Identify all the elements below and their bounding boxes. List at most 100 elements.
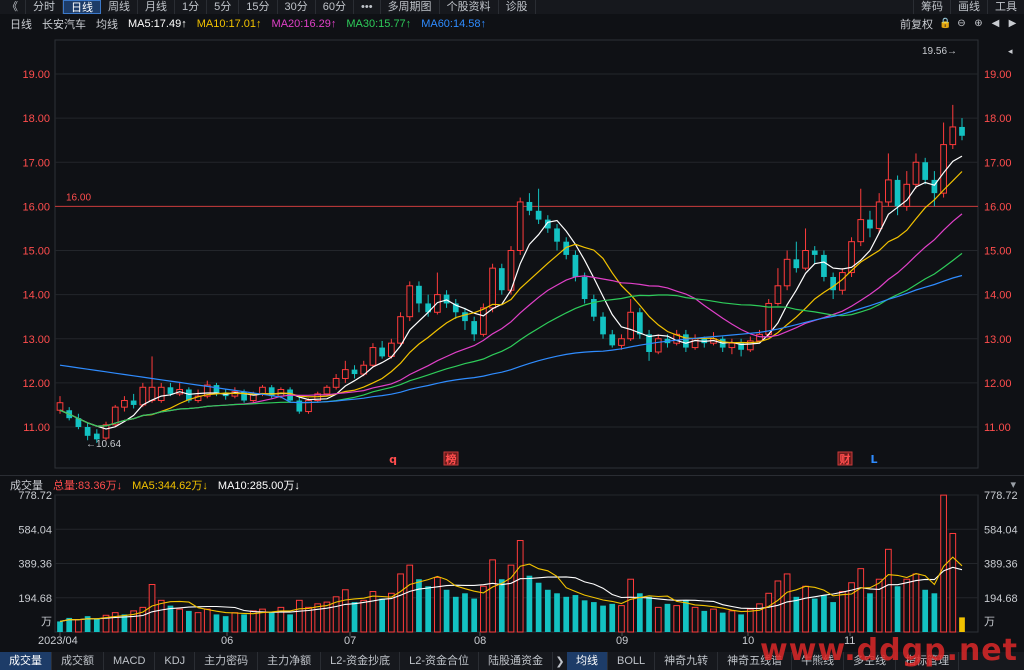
price-tick-right: 15.00 [984, 246, 1012, 258]
volume-tick-left: 584.04 [18, 524, 52, 536]
candle-body [397, 316, 404, 344]
price-tick-left: 13.00 [22, 334, 50, 346]
volume-bar [287, 614, 293, 632]
volume-bar [637, 593, 643, 632]
overlay-tab-4[interactable]: 牛熊线 [792, 652, 845, 670]
candle-body [783, 258, 791, 287]
volume-bar [425, 586, 432, 632]
overlay-tab-5[interactable]: 多空线 [844, 652, 897, 670]
price-tick-left: 11.00 [23, 422, 50, 434]
date-tick-label: 06 [221, 635, 233, 647]
candle-body [912, 161, 920, 185]
volume-bar [572, 595, 579, 632]
candle-body [102, 424, 110, 439]
indicator-tab-2[interactable]: MACD [104, 652, 156, 670]
volume-bar [157, 599, 165, 633]
volume-bar [434, 576, 441, 633]
indicator-tab-8[interactable]: 陆股通资金 [479, 652, 553, 670]
volume-bar [609, 603, 616, 632]
volume-bar [462, 593, 468, 632]
volume-bar [830, 602, 836, 632]
price-tick-left: 18.00 [22, 113, 50, 125]
price-tick-right: 13.00 [984, 334, 1012, 346]
volume-bar [894, 586, 901, 632]
candle-body [148, 386, 156, 402]
indicator-tab-1[interactable]: 成交额 [52, 652, 104, 670]
indicator-tab-5[interactable]: 主力净额 [258, 652, 322, 670]
volume-total: 总量:83.36万↓ [53, 479, 123, 492]
price-tick-left: 15.00 [22, 246, 50, 258]
overlay-tab-2[interactable]: 神奇九转 [655, 652, 719, 670]
volume-bar [268, 612, 275, 632]
volume-bar [360, 599, 368, 633]
volume-bar [885, 548, 892, 633]
volume-bar [167, 605, 174, 632]
volume-bar [627, 578, 635, 633]
overlay-tab-6[interactable]: 指标管理 [896, 652, 960, 670]
volume-bar [719, 612, 726, 632]
candle-body [516, 201, 524, 251]
indicator-tab-6[interactable]: L2-资金抄底 [321, 652, 401, 670]
volume-bar [912, 573, 920, 633]
indicator-tab-4[interactable]: 主力密码 [195, 652, 259, 670]
indicator-tab-0[interactable]: 成交量 [0, 652, 52, 670]
candle-body [462, 312, 468, 322]
volume-ma5: MA5:344.62万↓ [132, 479, 208, 492]
volume-bar [590, 602, 597, 632]
candle-body [56, 402, 64, 411]
overlay-tab-3[interactable]: 神奇五线谱 [718, 652, 793, 670]
date-tick-label: 07 [344, 635, 356, 647]
volume-bar [341, 589, 349, 633]
volume-bar [323, 601, 331, 633]
candle-body [84, 427, 91, 436]
candle-body [121, 400, 128, 408]
volume-bar [683, 600, 689, 632]
volume-bar [710, 608, 717, 633]
candle-body [728, 342, 736, 349]
candle-body [130, 400, 137, 405]
candle-body [802, 250, 809, 269]
volume-bar [516, 540, 524, 633]
volume-bar [746, 608, 754, 633]
overlay-tab-0[interactable]: 均线 [566, 652, 608, 670]
volume-bar [867, 593, 873, 632]
volume-bar [765, 592, 773, 633]
indicator-tabs: 成交量 成交额 MACD KDJ 主力密码 主力净额 L2-资金抄底 L2-资金合位 陆股通资金… [0, 652, 1024, 670]
candle-body [867, 219, 873, 229]
candle-body [627, 311, 635, 340]
date-tick-label: 2023/04 [38, 635, 78, 647]
candle-body [489, 267, 496, 309]
candle-body [609, 334, 616, 346]
volume-bar [793, 596, 800, 632]
volume-tick-left: 194.68 [18, 593, 52, 605]
tab-scroll-icon[interactable]: ❯ [553, 655, 567, 668]
date-tick-label: 10 [742, 635, 754, 647]
date-tick-label: 08 [474, 635, 486, 647]
volume-bar [811, 598, 818, 632]
candle-body [480, 307, 487, 335]
candle-body [756, 333, 763, 342]
reference-line-label: 16.00 [66, 192, 91, 203]
volume-bar [416, 579, 422, 632]
indicator-tab-3[interactable]: KDJ [155, 652, 196, 670]
kline-chart[interactable]: 19.00 19.00 18.00 18.00 17.00 17.00 16.00 16.00… [0, 0, 1024, 652]
volume-bar [314, 603, 322, 633]
candle-body [793, 259, 800, 269]
price-tick-right: 19.00 [984, 69, 1012, 81]
candle-body [406, 285, 414, 318]
candle-body [581, 276, 588, 300]
volume-bar [654, 606, 662, 633]
volume-bar [397, 573, 404, 633]
candle-body [443, 294, 450, 304]
candle-body [683, 334, 689, 348]
volume-tick-left: 389.36 [18, 559, 52, 571]
volume-bar [379, 598, 385, 632]
overlay-tab-1[interactable]: BOLL [608, 652, 656, 670]
volume-bar [701, 610, 708, 632]
panel-dropdown-icon[interactable]: ▾ [1010, 478, 1016, 491]
ma10-line [59, 171, 963, 427]
volume-bar [231, 612, 239, 633]
indicator-tab-7[interactable]: L2-资金合位 [400, 652, 479, 670]
volume-bar [111, 612, 119, 633]
price-tick-right: 12.00 [984, 378, 1012, 390]
